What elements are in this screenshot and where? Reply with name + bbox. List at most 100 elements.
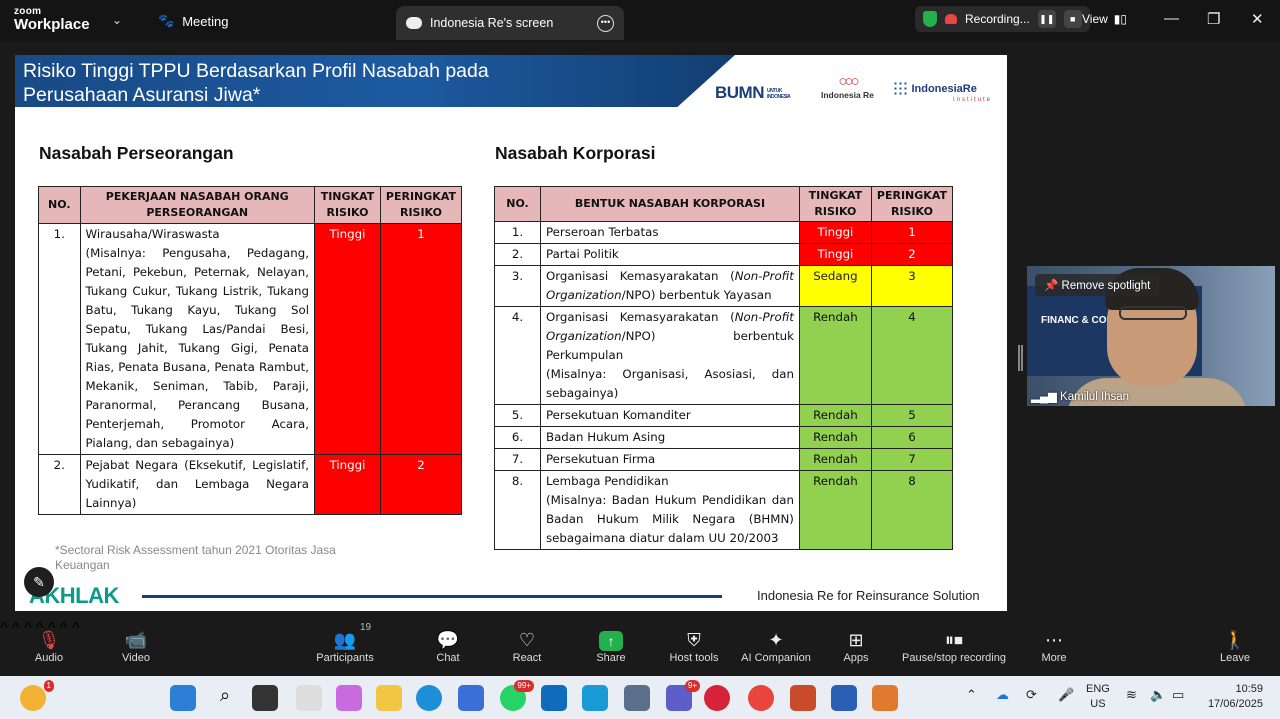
annotate-pen-icon[interactable]: ✎ [24,567,54,597]
panel-resize-handle[interactable] [1018,345,1023,371]
shield-icon[interactable] [923,11,937,27]
close-button[interactable]: ✕ [1251,10,1264,28]
outlook-icon[interactable] [541,685,567,711]
apps-caret[interactable]: ^ [72,620,80,637]
row-number: 3. [494,265,541,307]
powerpoint-icon[interactable] [790,685,816,711]
zoom-taskbar-icon[interactable] [704,685,730,711]
pin-icon: 📌 [1044,280,1059,292]
microphone-icon[interactable]: 🎤 [1058,687,1074,702]
risk-level: Tinggi [314,454,381,515]
row-number: 2. [38,454,81,515]
edge-icon[interactable] [416,685,442,711]
copilot-icon[interactable] [336,685,362,711]
right-section-title: Nasabah Korporasi [495,143,656,163]
clock[interactable]: 10:59 17/06/2025 [1203,682,1263,712]
participants-button[interactable]: 👥 Participants [313,628,377,664]
row-description: Badan Hukum Asing [539,426,800,449]
chrome-icon[interactable] [748,685,774,711]
table-header-row: NO. PEKERJAAN NASABAH ORANG PERSEORANGAN… [38,186,463,224]
react-button[interactable]: ♡ React [511,628,543,664]
chevron-down-icon[interactable]: ⌄ [112,13,122,27]
file-explorer-icon[interactable] [376,685,402,711]
language-indicator[interactable]: ENG US [1086,682,1110,712]
row-description: Organisasi Kemasyarakatan (Non-Profit Or… [539,265,800,307]
leave-button[interactable]: 🚶 Leave [1218,628,1252,664]
wifi-icon[interactable]: ≋ [1126,687,1137,702]
more-button[interactable]: ⋯ More [1038,628,1070,664]
row-text-a: Organisasi Kemasyarakatan ( [545,269,735,283]
row-description: Partai Politik [539,243,800,266]
ai-companion-button[interactable]: ✦ AI Companion [738,628,814,664]
risk-rank: 7 [870,448,954,471]
risk-rank: 3 [870,265,954,307]
pause-recording-button[interactable]: ❚❚ [1037,10,1056,28]
apps-button[interactable]: ⊞ Apps [840,628,872,664]
pause-stop-recording-button[interactable]: ⏸⏹ Pause/stop recording [900,628,1008,664]
bumn-logo-sub: UNTUK INDONESIA [767,87,791,100]
whatsapp-icon[interactable]: 99+ [500,680,534,711]
sync-icon[interactable]: ⟳ [1026,687,1037,702]
bumn-logo-text: BUMN [715,83,765,102]
sparkle-icon: ✦ [768,630,784,650]
row-number: 2. [494,243,541,266]
row-number: 8. [494,470,541,550]
minimize-button[interactable]: — [1164,10,1179,27]
risk-level: Sedang [798,265,872,307]
chevron-up-icon[interactable]: ⌃ [966,687,977,702]
host-tools-label: Host tools [669,652,719,664]
audio-options-caret[interactable]: ^ [0,620,8,637]
calendar-icon[interactable] [582,685,608,711]
onedrive-icon[interactable]: ☁ [996,687,1009,702]
volume-icon[interactable]: 🔈 [1150,687,1166,702]
weather-icon[interactable]: 1 [20,680,54,711]
row-number: 5. [494,404,541,427]
share-screen-icon: ↑ [599,631,623,651]
meeting-controls: 🎙 Audio ^ 📹 Video ^ 👥 Participants 19 ^ … [0,620,1280,676]
start-icon[interactable] [170,685,196,711]
row-description: Wirausaha/Wiraswasta (Misalnya: Pengusah… [79,223,315,455]
irei-logo-sub: Institute [953,97,993,103]
table-row: 7. Persekutuan Firma Rendah 7 [494,448,954,471]
meeting-menu[interactable]: 🐾 Meeting [158,13,228,29]
zoom-workplace-logo[interactable]: zoom Workplace [14,7,90,33]
remove-spotlight-button[interactable]: 📌 Remove spotlight [1035,274,1160,296]
snipping-tool-icon[interactable] [872,685,898,711]
apps-icon: ⊞ [848,630,864,650]
leave-label: Leave [1220,652,1250,664]
host-tools-button[interactable]: ⛨ Host tools [666,628,722,664]
more-icon[interactable]: ••• [597,14,614,32]
row-detail: (Misalnya: Organisasi, Asosiasi, dan seb… [545,367,794,400]
ruler-app-icon[interactable] [624,685,650,711]
search-icon[interactable]: ⌕ [212,685,238,711]
react-label: React [512,652,542,664]
video-options-caret[interactable]: ^ [12,620,20,637]
participant-video-tile[interactable]: FINANC & COMP 📌 Remove spotlight ▂▄▆ Kam… [1027,266,1275,406]
word-icon[interactable] [831,685,857,711]
view-label: View [1082,12,1108,26]
video-button[interactable]: 📹 Video [116,628,156,664]
risk-level: Rendah [798,426,872,449]
screen-share-tab[interactable]: Indonesia Re's screen ••• [396,6,624,40]
store-icon[interactable] [458,685,484,711]
stop-recording-button[interactable]: ■ [1063,10,1082,28]
row-number: 1. [494,221,541,244]
battery-icon[interactable]: ▭ [1172,687,1184,702]
restore-button[interactable]: ❐ [1207,10,1220,28]
pause-stop-icon: ⏸⏹ [945,630,963,650]
row-detail: (Misalnya: Pengusaha, Pedagang, Petani, … [85,246,310,450]
audio-button[interactable]: 🎙 Audio [30,628,68,664]
share-button[interactable]: ↑ Share [594,628,628,664]
shared-slide: Risiko Tinggi TPPU Berdasarkan Profil Na… [15,55,1007,611]
view-button[interactable]: View ▮▯ [1082,12,1127,26]
chat-button[interactable]: 💬 Chat [432,628,464,664]
row-title: Wirausaha/Wiraswasta [85,227,220,241]
lang-top: ENG [1086,683,1110,695]
meeting-label: Meeting [182,13,229,29]
task-view-icon[interactable] [252,685,278,711]
video-label: Video [122,652,150,664]
more-label: More [1041,652,1067,664]
teams-icon[interactable]: 9+ [666,680,700,711]
participant-name-text: Kamilul Ihsan [1060,391,1130,403]
elo-app-icon[interactable] [296,685,322,711]
